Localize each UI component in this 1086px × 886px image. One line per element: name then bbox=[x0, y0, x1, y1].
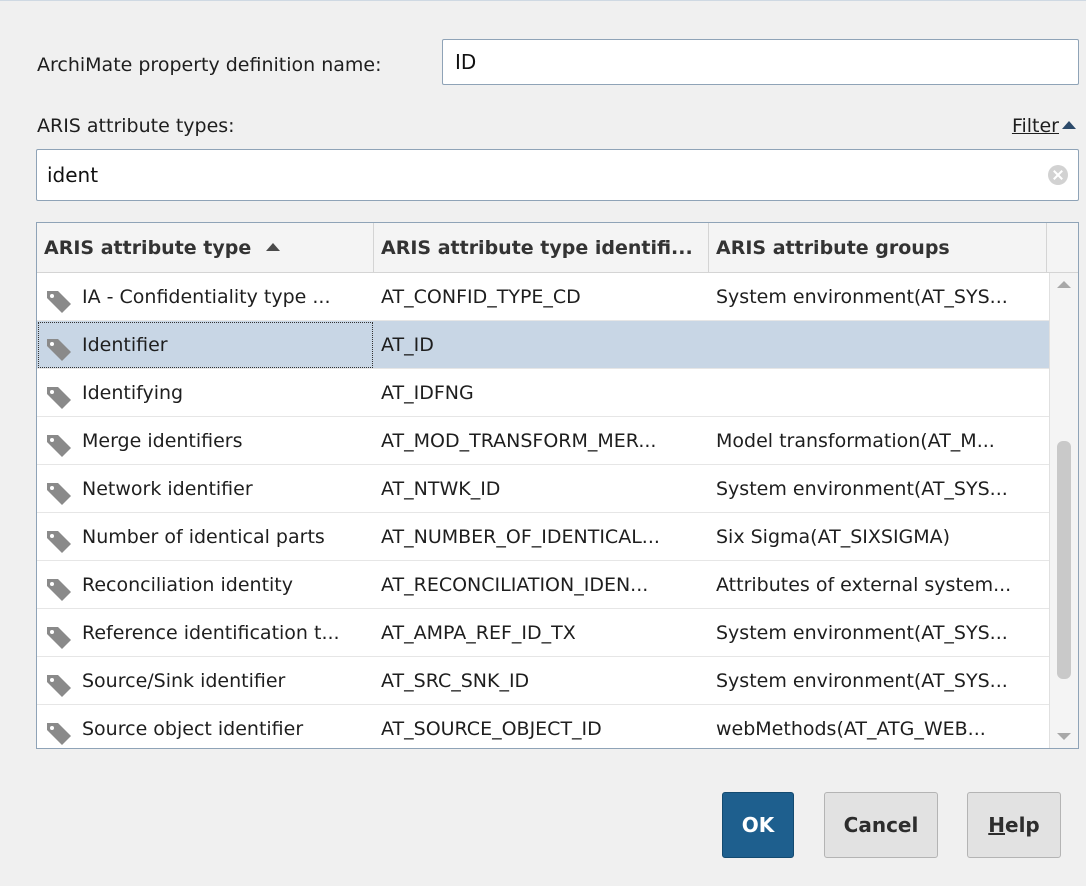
sort-ascending-icon bbox=[265, 243, 280, 251]
tag-icon bbox=[44, 332, 74, 361]
attribute-types-table: ARIS attribute type ARIS attribute type … bbox=[36, 222, 1079, 749]
column-header-label: ARIS attribute type bbox=[44, 237, 252, 259]
table-row[interactable]: Number of identical parts AT_NUMBER_OF_ID… bbox=[37, 513, 1049, 561]
table-row[interactable]: Merge identifiers AT_MOD_TRANSFORM_MER...… bbox=[37, 417, 1049, 465]
ok-button[interactable]: OK bbox=[722, 792, 794, 858]
cell-text: Identifying bbox=[82, 381, 184, 404]
table-row[interactable]: Source/Sink identifier AT_SRC_SNK_ID Syste… bbox=[37, 657, 1049, 705]
cell-identifier: AT_CONFID_TYPE_CD bbox=[381, 285, 581, 308]
tag-icon bbox=[44, 284, 74, 313]
cell-attribute-type: IA - Confidentiality type ... bbox=[37, 273, 374, 321]
cell-text: IA - Confidentiality type ... bbox=[82, 285, 331, 308]
name-label: ArchiMate property definition name: bbox=[37, 54, 382, 76]
column-header-identifier[interactable]: ARIS attribute type identifi... bbox=[374, 223, 709, 273]
filter-search-input[interactable] bbox=[37, 150, 1037, 200]
tag-icon bbox=[44, 428, 74, 457]
column-header-groups[interactable]: ARIS attribute groups bbox=[709, 223, 1047, 273]
column-header-attribute-type[interactable]: ARIS attribute type bbox=[37, 223, 374, 273]
column-header-label: ARIS attribute groups bbox=[716, 237, 950, 259]
vertical-scrollbar[interactable] bbox=[1049, 273, 1078, 748]
cell-attribute-type: Identifier bbox=[37, 321, 374, 369]
cell-identifier: AT_RECONCILIATION_IDEN... bbox=[381, 573, 649, 596]
tag-icon bbox=[44, 476, 74, 505]
cell-attribute-type: Identifying bbox=[37, 369, 374, 417]
column-header-filler bbox=[1047, 223, 1078, 273]
column-header-label: ARIS attribute type identifi... bbox=[381, 237, 693, 259]
caret-up-icon bbox=[1062, 121, 1076, 129]
cell-groups: webMethods(AT_ATG_WEB... bbox=[716, 717, 986, 740]
cell-identifier: AT_ID bbox=[381, 333, 434, 356]
cell-text: Reconciliation identity bbox=[82, 573, 294, 596]
filter-label: Filter bbox=[1011, 115, 1059, 137]
tag-icon bbox=[44, 572, 74, 601]
tag-icon bbox=[44, 716, 74, 745]
help-label: elp bbox=[1005, 813, 1040, 837]
cell-groups: Six Sigma(AT_SIXSIGMA) bbox=[716, 525, 951, 548]
table-row[interactable]: Network identifier AT_NTWK_ID System envir… bbox=[37, 465, 1049, 513]
cell-groups: System environment(AT_SYS... bbox=[716, 285, 1008, 308]
help-mnemonic: H bbox=[988, 813, 1005, 837]
cell-text: Identifier bbox=[82, 333, 168, 356]
cell-attribute-type: Number of identical parts bbox=[37, 513, 374, 561]
table-row[interactable]: Reference identification t... AT_AMPA_REF… bbox=[37, 609, 1049, 657]
tag-icon bbox=[44, 524, 74, 553]
cell-groups: Model transformation(AT_M... bbox=[716, 429, 995, 452]
cell-attribute-type: Merge identifiers bbox=[37, 417, 374, 465]
tag-icon bbox=[44, 380, 74, 409]
scrollbar-thumb[interactable] bbox=[1057, 441, 1071, 679]
name-input[interactable] bbox=[442, 39, 1079, 85]
help-button[interactable]: Help bbox=[967, 792, 1061, 858]
cell-groups bbox=[709, 369, 1049, 417]
cell-attribute-type: Reconciliation identity bbox=[37, 561, 374, 609]
table-row[interactable]: Reconciliation identity AT_RECONCILIATION… bbox=[37, 561, 1049, 609]
cell-groups: System environment(AT_SYS... bbox=[716, 669, 1008, 692]
cell-text: Network identifier bbox=[82, 477, 253, 500]
scroll-down-arrow-icon[interactable] bbox=[1057, 733, 1071, 740]
cell-groups: System environment(AT_SYS... bbox=[716, 621, 1008, 644]
cell-identifier: AT_NTWK_ID bbox=[381, 477, 501, 500]
clear-icon[interactable] bbox=[1048, 165, 1068, 185]
cell-text: Source object identifier bbox=[82, 717, 304, 740]
filter-search-box bbox=[36, 149, 1079, 201]
table-header: ARIS attribute type ARIS attribute type … bbox=[37, 223, 1078, 273]
cell-attribute-type: Reference identification t... bbox=[37, 609, 374, 657]
cell-attribute-type: Source/Sink identifier bbox=[37, 657, 374, 705]
cell-identifier: AT_SRC_SNK_ID bbox=[381, 669, 530, 692]
table-row[interactable]: Identifier AT_ID bbox=[37, 321, 1049, 369]
table-row[interactable]: IA - Confidentiality type ... AT_CONFID_T… bbox=[37, 273, 1049, 321]
cell-attribute-type: Source object identifier bbox=[37, 705, 374, 749]
cell-groups: System environment(AT_SYS... bbox=[716, 477, 1008, 500]
cell-identifier: AT_NUMBER_OF_IDENTICAL... bbox=[381, 525, 660, 548]
cell-text: Source/Sink identifier bbox=[82, 669, 286, 692]
cell-identifier: AT_IDFNG bbox=[381, 381, 474, 404]
cancel-button[interactable]: Cancel bbox=[824, 792, 938, 858]
cell-text: Merge identifiers bbox=[82, 429, 243, 452]
table-body: IA - Confidentiality type ... AT_CONFID_T… bbox=[37, 273, 1049, 749]
table-row[interactable]: Identifying AT_IDFNG bbox=[37, 369, 1049, 417]
filter-toggle-link[interactable]: Filter bbox=[1012, 111, 1076, 141]
tag-icon bbox=[44, 668, 74, 697]
cell-groups: Attributes of external system... bbox=[716, 573, 1012, 596]
table-row[interactable]: Source object identifier AT_SOURCE_OBJECT… bbox=[37, 705, 1049, 749]
cell-identifier: AT_AMPA_REF_ID_TX bbox=[381, 621, 576, 644]
cell-attribute-type: Network identifier bbox=[37, 465, 374, 513]
cell-identifier: AT_SOURCE_OBJECT_ID bbox=[381, 717, 602, 740]
cell-identifier: AT_MOD_TRANSFORM_MER... bbox=[381, 429, 657, 452]
cell-groups bbox=[709, 321, 1049, 369]
scroll-up-arrow-icon[interactable] bbox=[1057, 281, 1071, 288]
cell-text: Number of identical parts bbox=[82, 525, 325, 548]
tag-icon bbox=[44, 620, 74, 649]
attribute-types-label: ARIS attribute types: bbox=[37, 115, 235, 137]
property-definition-dialog: ArchiMate property definition name: ARIS… bbox=[0, 0, 1086, 886]
cell-text: Reference identification t... bbox=[82, 621, 340, 644]
